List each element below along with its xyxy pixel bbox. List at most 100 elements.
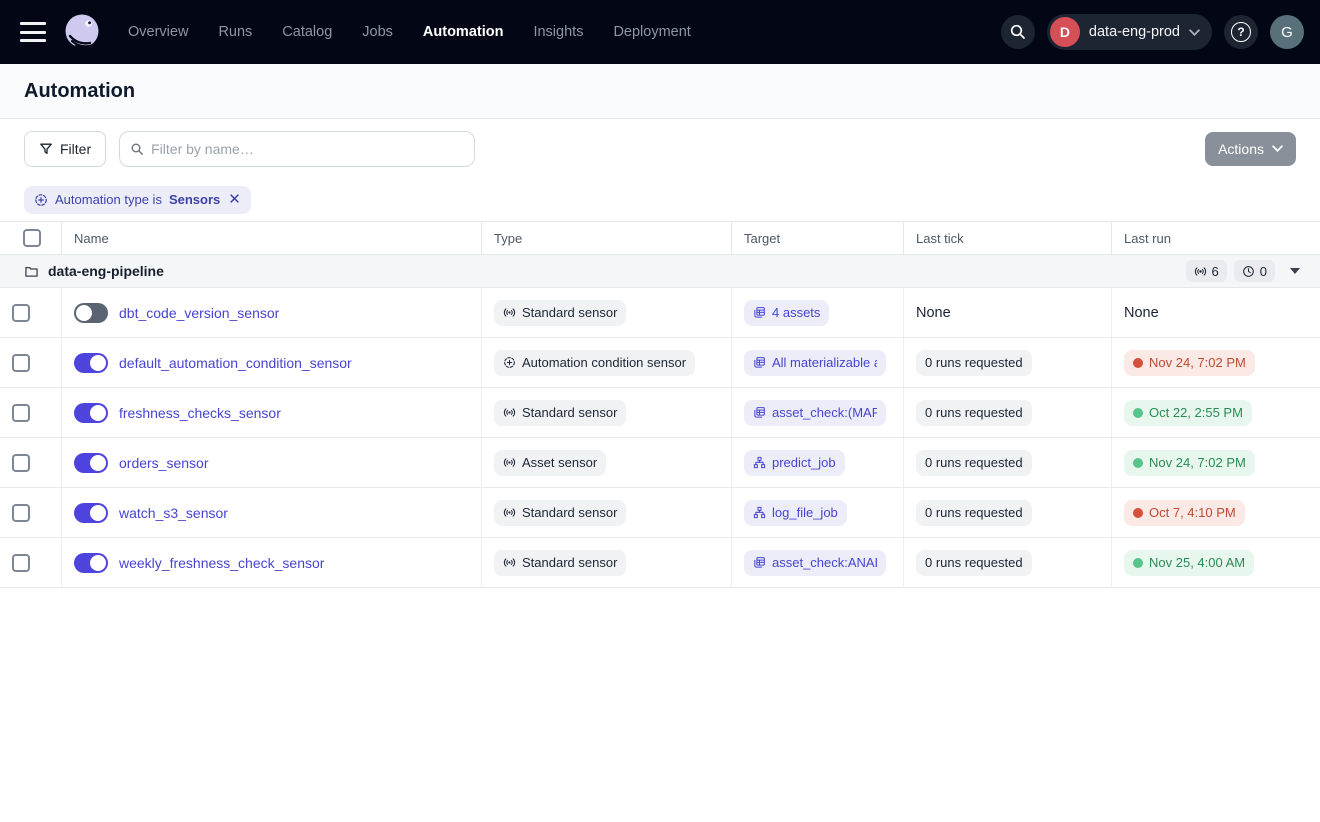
dagster-logo[interactable]	[62, 12, 102, 52]
target-link-badge[interactable]: asset_check:(MARKE	[744, 400, 886, 426]
last-run-cell: Oct 7, 4:10 PM	[1111, 488, 1320, 537]
name-filter-input[interactable]	[151, 141, 464, 157]
nav-item-insights[interactable]: Insights	[533, 24, 583, 40]
toggle-knob	[90, 455, 106, 471]
last-run-cell: Nov 25, 4:00 AM	[1111, 538, 1320, 587]
page-title: Automation	[24, 80, 135, 103]
sensor-type-badge: Standard sensor	[494, 300, 626, 326]
sensor-type-badge: Standard sensor	[494, 550, 626, 576]
sensor-type-badge: Standard sensor	[494, 500, 626, 526]
target-link-badge[interactable]: 4 assets	[744, 300, 829, 326]
folder-icon	[24, 264, 39, 279]
actions-button[interactable]: Actions	[1205, 132, 1296, 166]
last-tick-badge: 0 runs requested	[916, 550, 1032, 576]
top-navbar: Overview Runs Catalog Jobs Automation Insight…	[0, 0, 1320, 64]
last-tick-cell: 0 runs requested	[903, 438, 1111, 487]
sensor-toggle[interactable]	[74, 303, 108, 323]
sensor-icon	[503, 556, 516, 569]
funnel-icon	[39, 142, 53, 156]
nav-item-catalog[interactable]: Catalog	[282, 24, 332, 40]
user-avatar[interactable]: G	[1270, 15, 1304, 49]
sensor-name-link[interactable]: dbt_code_version_sensor	[119, 305, 279, 321]
row-checkbox[interactable]	[12, 454, 30, 472]
last-tick-cell: 0 runs requested	[903, 538, 1111, 587]
sensor-icon	[503, 506, 516, 519]
last-run-label: Oct 22, 2:55 PM	[1149, 405, 1243, 420]
schedule-count-badge: 0	[1234, 260, 1275, 282]
automation-condition-icon	[34, 193, 48, 207]
row-checkbox[interactable]	[12, 554, 30, 572]
sensor-type-label: Standard sensor	[522, 405, 617, 420]
nav-links: Overview Runs Catalog Jobs Automation Insight…	[128, 24, 691, 40]
nav-item-automation[interactable]: Automation	[423, 24, 504, 40]
asset-icon	[753, 556, 766, 569]
sensor-type-badge: Automation condition sensor	[494, 350, 695, 376]
target-label: 4 assets	[772, 305, 820, 320]
name-cell: freshness_checks_sensor	[61, 388, 481, 437]
last-tick-badge: 0 runs requested	[916, 450, 1032, 476]
sensor-name-link[interactable]: weekly_freshness_check_sensor	[119, 555, 324, 571]
nav-item-jobs[interactable]: Jobs	[362, 24, 393, 40]
last-tick-cell: 0 runs requested	[903, 488, 1111, 537]
target-link-badge[interactable]: predict_job	[744, 450, 845, 476]
sensor-toggle[interactable]	[74, 503, 108, 523]
sensor-toggle[interactable]	[74, 453, 108, 473]
nav-item-runs[interactable]: Runs	[218, 24, 252, 40]
sensor-count: 6	[1212, 264, 1219, 279]
hamburger-menu-icon[interactable]	[20, 22, 46, 42]
asset-icon	[753, 306, 766, 319]
nav-item-deployment[interactable]: Deployment	[613, 24, 690, 40]
close-icon[interactable]: ✕	[228, 192, 241, 207]
job-icon	[753, 506, 766, 519]
last-run-link-badge[interactable]: Nov 25, 4:00 AM	[1124, 550, 1254, 576]
sensor-name-link[interactable]: watch_s3_sensor	[119, 505, 228, 521]
last-run-cell: Nov 24, 7:02 PM	[1111, 438, 1320, 487]
nav-item-overview[interactable]: Overview	[128, 24, 188, 40]
last-tick-label: 0 runs requested	[925, 355, 1023, 370]
sensor-name-link[interactable]: orders_sensor	[119, 455, 209, 471]
last-tick-label: 0 runs requested	[925, 505, 1023, 520]
run-status-dot-icon	[1133, 558, 1143, 568]
search-button[interactable]	[1001, 15, 1035, 49]
workspace-badge: D	[1050, 17, 1080, 47]
target-cell: asset_check:(MARKE	[731, 388, 903, 437]
schedule-count: 0	[1260, 264, 1267, 279]
column-header-last-tick: Last tick	[903, 222, 1111, 254]
row-checkbox-cell	[0, 388, 61, 437]
row-checkbox-cell	[0, 438, 61, 487]
target-cell: predict_job	[731, 438, 903, 487]
last-tick-badge: 0 runs requested	[916, 500, 1032, 526]
select-all-checkbox[interactable]	[23, 229, 41, 247]
table-row: dbt_code_version_sensor Standard sensor 4 …	[0, 288, 1320, 338]
target-link-badge[interactable]: asset_check:ANALYT	[744, 550, 886, 576]
sensor-name-link[interactable]: default_automation_condition_sensor	[119, 355, 352, 371]
collapse-group-caret[interactable]	[1290, 268, 1300, 274]
row-checkbox[interactable]	[12, 304, 30, 322]
last-run-link-badge[interactable]: Oct 7, 4:10 PM	[1124, 500, 1245, 526]
last-tick-badge: 0 runs requested	[916, 350, 1032, 376]
last-run-link-badge[interactable]: Nov 24, 7:02 PM	[1124, 450, 1255, 476]
workspace-switcher[interactable]: D data-eng-prod	[1047, 14, 1212, 50]
name-cell: default_automation_condition_sensor	[61, 338, 481, 387]
row-checkbox[interactable]	[12, 354, 30, 372]
sensor-icon	[503, 306, 516, 319]
last-run-link-badge[interactable]: Nov 24, 7:02 PM	[1124, 350, 1255, 376]
help-button[interactable]: ?	[1224, 15, 1258, 49]
target-link-badge[interactable]: log_file_job	[744, 500, 847, 526]
last-run-link-badge[interactable]: Oct 22, 2:55 PM	[1124, 400, 1252, 426]
sensor-type-label: Standard sensor	[522, 555, 617, 570]
last-tick-badge: 0 runs requested	[916, 400, 1032, 426]
type-cell: Standard sensor	[481, 388, 731, 437]
sensor-toggle[interactable]	[74, 353, 108, 373]
filter-button[interactable]: Filter	[24, 131, 106, 167]
row-checkbox[interactable]	[12, 404, 30, 422]
target-label: predict_job	[772, 455, 836, 470]
table-row: default_automation_condition_sensor Autom…	[0, 338, 1320, 388]
row-checkbox[interactable]	[12, 504, 30, 522]
sensor-icon	[1194, 265, 1207, 278]
sensor-toggle[interactable]	[74, 403, 108, 423]
sensor-toggle[interactable]	[74, 553, 108, 573]
type-cell: Standard sensor	[481, 538, 731, 587]
target-link-badge[interactable]: All materializable as	[744, 350, 886, 376]
sensor-name-link[interactable]: freshness_checks_sensor	[119, 405, 281, 421]
